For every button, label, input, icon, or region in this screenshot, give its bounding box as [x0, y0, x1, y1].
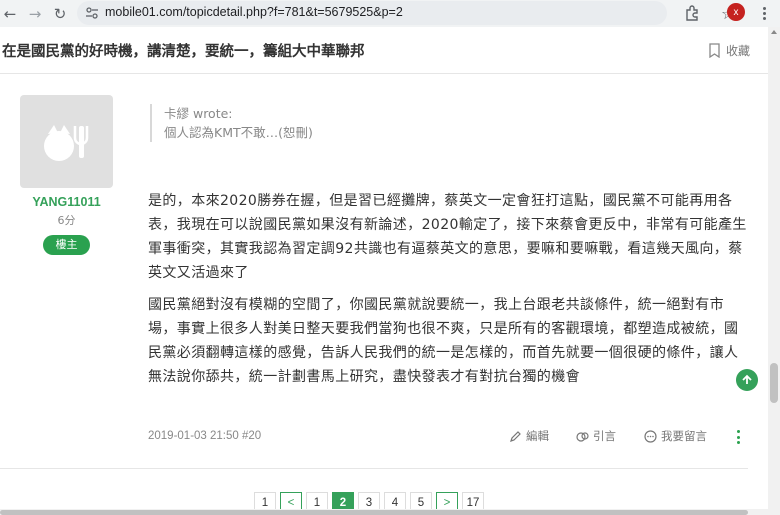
- url-text[interactable]: mobile01.com/topicdetail.php?f=781&t=567…: [105, 5, 403, 19]
- arrow-up-icon: [742, 374, 752, 384]
- browser-toolbar: ← → ↻ mobile01.com/topicdetail.php?f=781…: [0, 0, 780, 27]
- scroll-up-icon[interactable]: [771, 30, 777, 34]
- default-avatar-icon: [43, 124, 88, 161]
- avatar[interactable]: [20, 95, 113, 188]
- browser-menu-icon[interactable]: [760, 3, 768, 23]
- quote-button[interactable]: 引言: [576, 428, 616, 444]
- quote-label: 引言: [593, 429, 616, 443]
- bookmark-icon: [709, 43, 720, 58]
- horizontal-scroll-thumb[interactable]: [0, 510, 748, 515]
- bookmark-button[interactable]: 收藏: [708, 42, 750, 59]
- post-paragraph: 是的，本來2020勝券在握，但是習已經攤牌，蔡英文一定會狂打這點，國民黨不可能再…: [148, 193, 747, 281]
- quote-icon: [576, 431, 589, 442]
- post-meta: 2019-01-03 21:50 #20: [148, 430, 262, 442]
- author-username[interactable]: YANG11011: [20, 195, 113, 209]
- back-arrow-icon[interactable]: ←: [0, 4, 20, 24]
- topic-header: 在是國民黨的好時機，講清楚，要統一，籌組大中華聯邦 收藏: [0, 27, 768, 74]
- quote-author: 卡繆 wrote:: [164, 106, 233, 121]
- comment-icon: [644, 429, 657, 443]
- post-paragraph: 國民黨絕對沒有模糊的空間了，你國民黨就說要統一，我上台跟老共談條件，統一絕對有市…: [148, 297, 739, 385]
- vertical-scrollbar[interactable]: [768, 27, 780, 515]
- quote-block: 卡繆 wrote: 個人認為KMT不敢…(恕刪): [150, 104, 313, 142]
- address-bar[interactable]: mobile01.com/topicdetail.php?f=781&t=567…: [77, 1, 735, 25]
- pencil-icon: [510, 430, 521, 442]
- vertical-scroll-thumb[interactable]: [770, 363, 778, 403]
- post: YANG11011 6分 樓主 卡繆 wrote: 個人認為KMT不敢…(恕刪)…: [0, 74, 768, 469]
- edit-button[interactable]: 編輯: [509, 428, 549, 444]
- forward-arrow-icon[interactable]: →: [25, 4, 45, 24]
- extensions-icon[interactable]: [684, 4, 702, 22]
- quote-text: 個人認為KMT不敢…(恕刪): [164, 125, 313, 140]
- reply-label: 我要留言: [661, 429, 707, 443]
- site-info-icon[interactable]: [85, 6, 99, 20]
- reload-icon[interactable]: ↻: [50, 4, 70, 24]
- horizontal-scrollbar[interactable]: [0, 509, 768, 515]
- profile-avatar[interactable]: x: [727, 3, 745, 21]
- op-badge: 樓主: [43, 235, 90, 255]
- topic-title: 在是國民黨的好時機，講清楚，要統一，籌組大中華聯邦: [2, 44, 365, 60]
- more-options-icon[interactable]: [736, 430, 740, 444]
- reply-button[interactable]: 我要留言: [644, 428, 707, 444]
- author-score: 6分: [57, 214, 76, 227]
- scroll-to-top-button[interactable]: [736, 369, 758, 391]
- bookmark-label: 收藏: [726, 44, 751, 58]
- divider: [0, 468, 748, 469]
- edit-label: 編輯: [526, 429, 549, 443]
